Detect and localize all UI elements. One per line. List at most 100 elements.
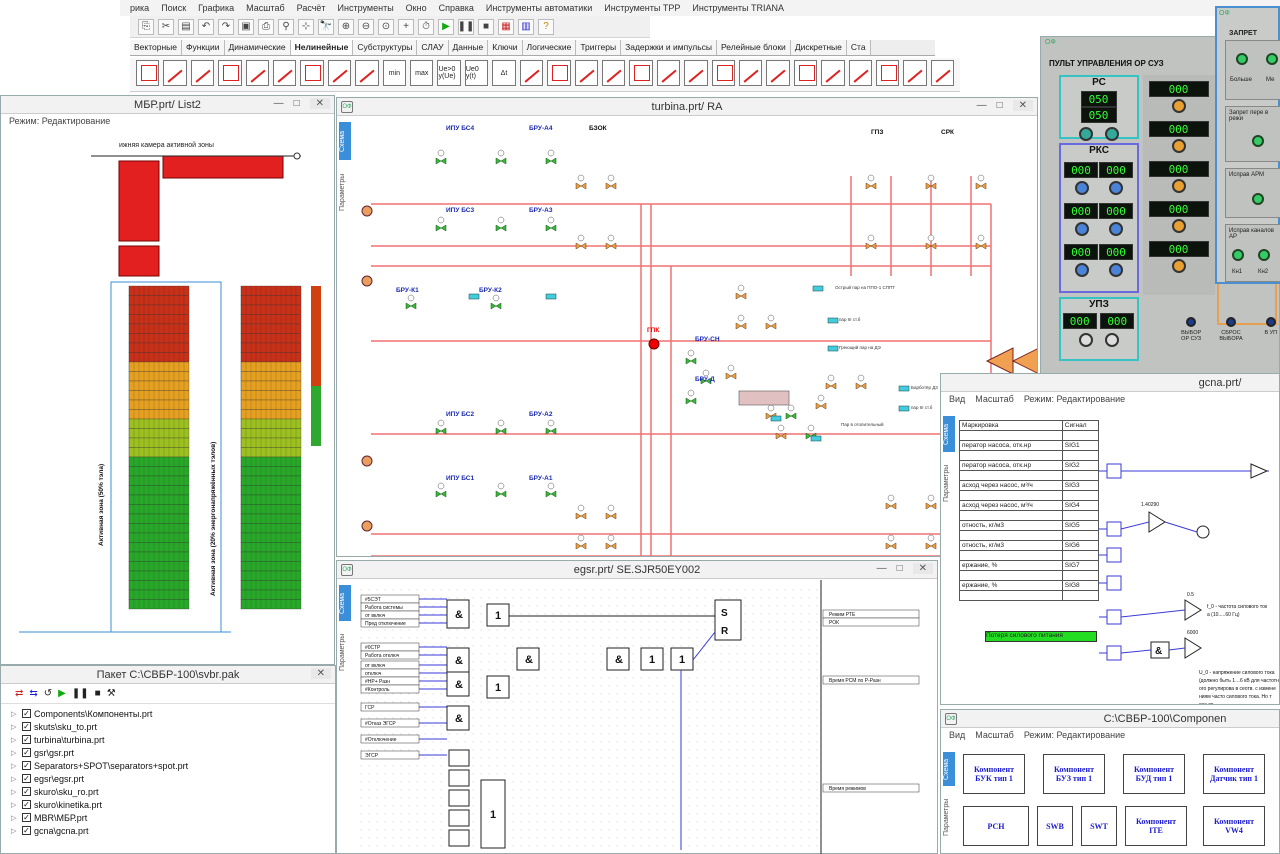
minimize-icon[interactable]: — [877,563,887,574]
paket-list-item[interactable]: ▷ ✓ turbina\turbina.prt [1,733,335,746]
palette-block[interactable] [629,60,653,86]
palette-block[interactable] [601,60,626,86]
component-block[interactable]: Компонент БУД тип 1 [1123,754,1185,794]
checkbox[interactable]: ✓ [22,735,31,744]
menu-item[interactable]: Окно [406,3,427,13]
palette-tab[interactable]: Ста [846,40,871,55]
close-icon[interactable]: ✕ [309,98,330,109]
expand-icon[interactable]: ▷ [11,762,19,770]
tab-params[interactable]: Параметры [339,623,351,681]
palette-block[interactable]: Ue0 y(t) [464,60,489,86]
green-signal[interactable]: Потеря силового питания [985,631,1097,642]
knob[interactable] [1172,219,1186,233]
snap-icon[interactable]: ⊹ [298,18,314,35]
expand-icon[interactable]: ▷ [11,749,19,757]
menu-item[interactable]: Масштаб [246,3,285,13]
palette-tab[interactable]: Задержки и импульсы [621,40,717,55]
checkbox[interactable]: ✓ [22,800,31,809]
palette-tab[interactable]: Субструктуры [353,40,418,55]
upz-knob-2[interactable] [1105,333,1120,347]
palette-block[interactable] [766,60,790,86]
zoom-fit-icon[interactable]: ⊙ [378,18,394,35]
component-block[interactable]: SWT [1081,806,1117,846]
menu-item[interactable]: Графика [198,3,234,13]
checkbox[interactable]: ✓ [22,774,31,783]
paket-list-item[interactable]: ▷ ✓ skuts\sku_to.prt [1,720,335,733]
knob[interactable] [1172,99,1186,113]
palette-block[interactable]: min [382,60,407,86]
palette-block[interactable] [574,60,598,86]
maximize-icon[interactable]: □ [897,563,903,574]
checkbox[interactable]: ✓ [22,709,31,718]
palette-block[interactable] [355,60,379,86]
paket-list-item[interactable]: ▷ ✓ egsr\egsr.prt [1,772,335,785]
move-icon[interactable]: ⇆ [29,688,37,699]
palette-block[interactable] [519,60,544,86]
palette-tab[interactable]: Данные [448,40,489,55]
tab-scheme[interactable]: Схема [943,416,955,452]
menu-item[interactable]: Инструменты ТРР [604,3,680,13]
palette-tab[interactable]: Векторные [130,40,182,55]
gcna-menu-item[interactable]: Масштаб [975,394,1014,404]
paste-icon[interactable]: ▤ [178,18,194,35]
rks-knob[interactable] [1109,181,1123,195]
palette-block[interactable] [711,60,735,86]
run-icon[interactable]: ▶ [58,688,66,699]
palette-block[interactable] [903,60,927,86]
close-icon[interactable]: ✕ [912,563,933,574]
print-icon[interactable]: ⎙ [258,18,274,35]
expand-icon[interactable]: ▷ [11,827,19,835]
paket-list-item[interactable]: ▷ ✓ MBR\МБР.prt [1,811,335,824]
run-icon[interactable]: ▶ [438,18,454,35]
checkbox[interactable]: ✓ [22,813,31,822]
tab-params[interactable]: Параметры [943,788,955,846]
pult-button[interactable]: ВЫБОР ОР СУЗ [1181,317,1201,342]
stop-icon[interactable]: ■ [95,688,101,699]
table-icon[interactable]: ▦ [498,18,514,35]
palette-block[interactable] [656,60,681,86]
menu-item[interactable]: Инструменты [338,3,394,13]
rs-knob-2[interactable] [1105,127,1120,141]
menu-item[interactable]: Справка [439,3,474,13]
palette-tab[interactable]: Ключи [488,40,523,55]
component-block[interactable]: Компонент VW4 [1203,806,1265,846]
expand-icon[interactable]: ▷ [11,801,19,809]
palette-block[interactable] [684,60,708,86]
expand-icon[interactable]: ▷ [11,814,19,822]
components-menu-item[interactable]: Режим: Редактирование [1024,730,1125,740]
tab-params[interactable]: Параметры [339,162,351,222]
expand-icon[interactable]: ▷ [11,788,19,796]
ispravnost1-lamp[interactable] [1252,193,1264,205]
palette-block[interactable] [793,60,818,86]
palette-block[interactable] [821,60,845,86]
rks-knob[interactable] [1075,263,1089,277]
copy-icon[interactable]: ⎘ [138,18,154,35]
palette-block[interactable] [136,60,160,86]
checkbox[interactable]: ✓ [22,748,31,757]
expand-icon[interactable]: ▷ [11,710,19,718]
palette-tab[interactable]: Нелинейные [290,40,354,55]
paket-list-item[interactable]: ▷ ✓ skuro\sku_ro.prt [1,785,335,798]
help-icon[interactable]: ? [538,18,554,35]
expand-icon[interactable]: ▷ [11,723,19,731]
minimize-icon[interactable]: — [274,98,284,109]
palette-block[interactable] [738,60,763,86]
close-icon[interactable]: ✕ [1012,100,1033,111]
close-icon[interactable]: ✕ [310,668,331,679]
palette-block[interactable] [930,60,955,86]
menu-item[interactable]: Инструменты TRIANA [692,3,784,13]
palette-tab[interactable]: Триггеры [576,40,622,55]
upz-knob-1[interactable] [1078,333,1093,347]
palette-block[interactable] [875,60,900,86]
palette-block[interactable]: max [410,60,434,86]
component-block[interactable]: Компонент БУЗ тип 1 [1043,754,1105,794]
knob[interactable] [1172,139,1186,153]
palette-block[interactable] [163,60,187,86]
components-menu-item[interactable]: Масштаб [975,730,1014,740]
crosshair-icon[interactable]: + [398,18,414,35]
menu-item[interactable]: Расчёт [297,3,326,13]
tab-scheme[interactable]: Схема [943,752,955,786]
zoom-out-icon[interactable]: ⊖ [358,18,374,35]
expand-icon[interactable]: ▷ [11,736,19,744]
component-block[interactable]: SWB [1037,806,1073,846]
